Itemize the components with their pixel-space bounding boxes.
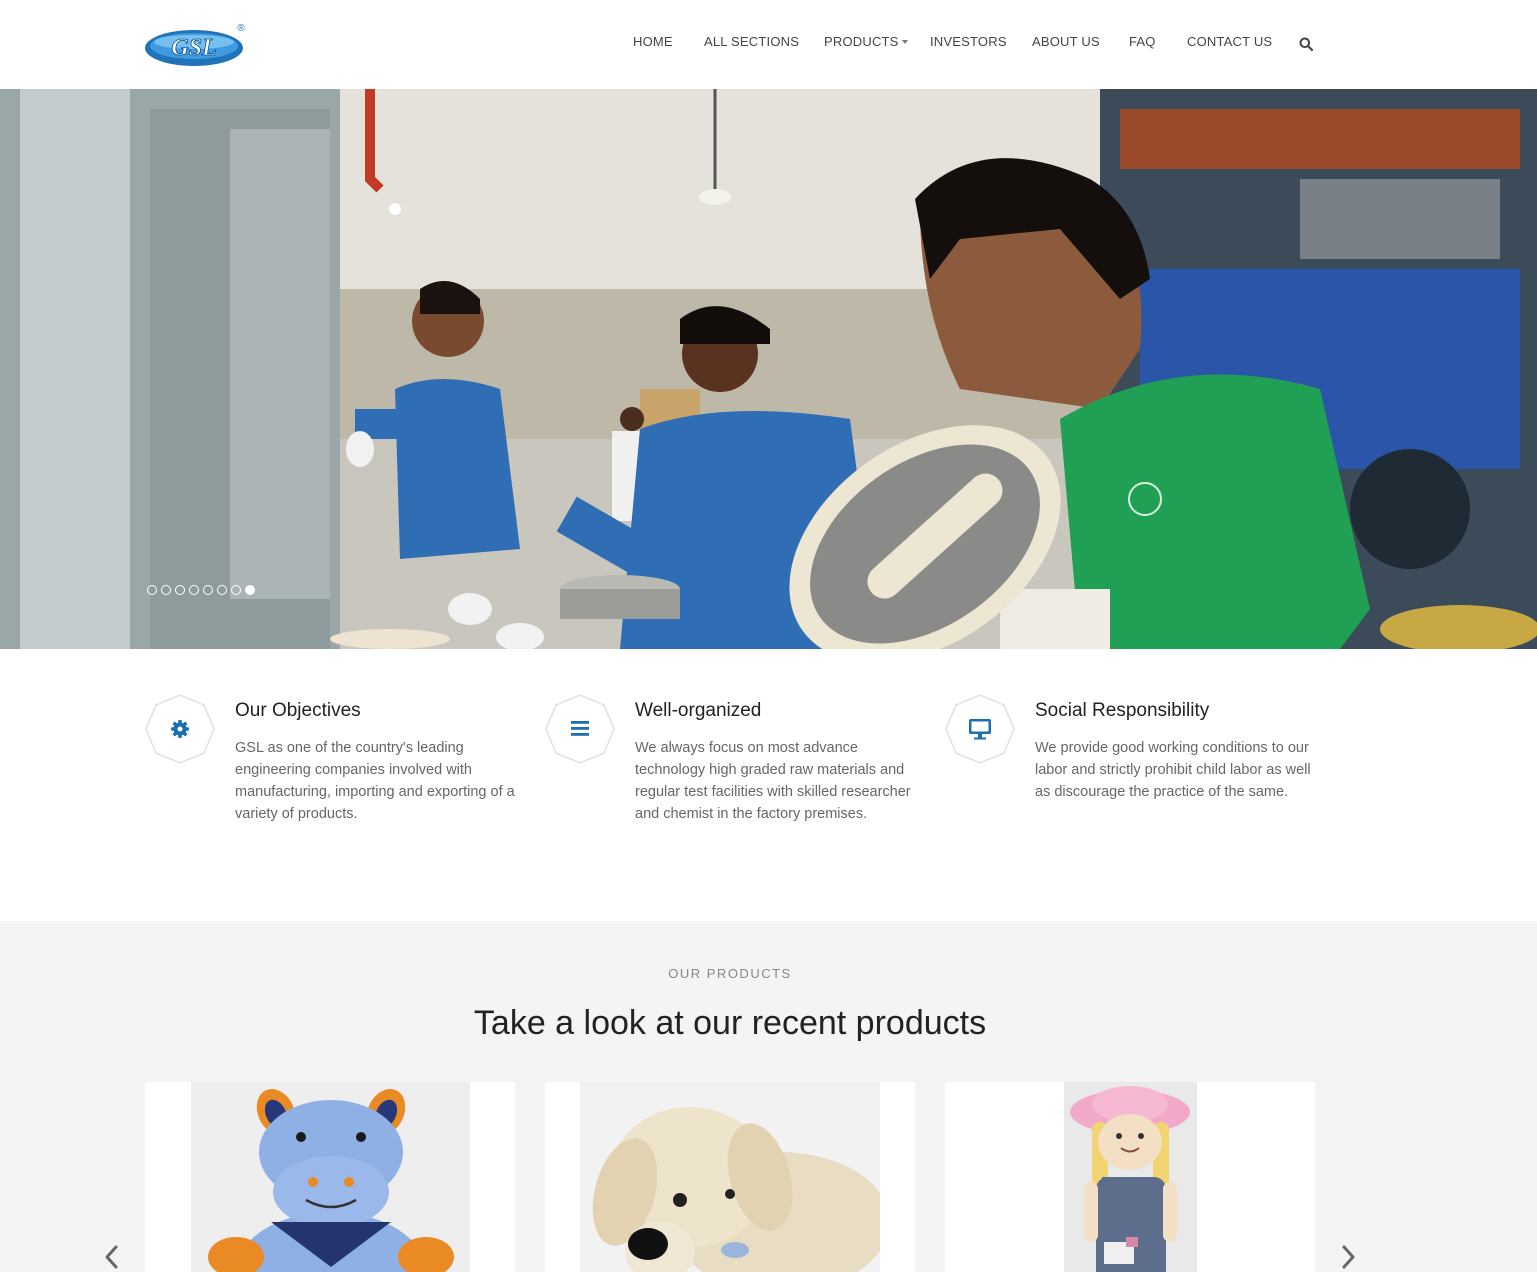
product-card-hippo[interactable] [145, 1082, 515, 1272]
logo-text: GSL [171, 35, 216, 61]
hero-factory-image [0, 89, 1537, 649]
slider-dot[interactable] [147, 585, 157, 595]
slider-dots [147, 585, 255, 595]
monitor-icon [945, 694, 1015, 764]
gear-icon [145, 694, 215, 764]
nav-about-us[interactable]: ABOUT US [1032, 34, 1100, 49]
slider-dot[interactable] [161, 585, 171, 595]
feature-title: Well-organized [635, 700, 762, 721]
product-image-doll [1064, 1082, 1197, 1272]
slider-dot[interactable] [203, 585, 213, 595]
feature-text: GSL as one of the country's leading engi… [235, 740, 515, 822]
slider-dot[interactable] [175, 585, 185, 595]
nav-faq[interactable]: FAQ [1129, 34, 1156, 49]
nav-home[interactable]: HOME [633, 34, 673, 49]
slider-dot[interactable] [217, 585, 227, 595]
chevron-left-icon[interactable] [101, 1244, 121, 1270]
hero-slider [0, 89, 1537, 649]
nav-contact-us[interactable]: CONTACT US [1187, 34, 1272, 49]
product-image-dog [580, 1082, 880, 1272]
slider-dot[interactable] [231, 585, 241, 595]
products-section: OUR PRODUCTS Take a look at our recent p… [0, 921, 1537, 1272]
nav-products[interactable]: PRODUCTS [824, 34, 908, 49]
gsl-logo[interactable]: GSL ® [145, 22, 247, 68]
feature-text: We always focus on most advance technolo… [635, 740, 911, 822]
search-icon[interactable] [1299, 37, 1313, 51]
slider-dot[interactable] [245, 585, 255, 595]
section-eyebrow: OUR PRODUCTS [668, 966, 792, 981]
registered-mark: ® [237, 23, 245, 34]
nav-investors[interactable]: INVESTORS [930, 34, 1007, 49]
feature-title: Social Responsibility [1035, 700, 1210, 721]
section-heading: Take a look at our recent products [473, 1004, 987, 1042]
chevron-right-icon[interactable] [1339, 1244, 1359, 1270]
site-header: GSL ® HOME ALL SECTIONS PRODUCTS INVESTO… [0, 0, 1537, 89]
product-card-doll[interactable] [945, 1082, 1315, 1272]
slider-dot[interactable] [189, 585, 199, 595]
nav-all-sections[interactable]: ALL SECTIONS [704, 34, 799, 49]
feature-title: Our Objectives [235, 700, 361, 721]
feature-text: We provide good working conditions to ou… [1035, 740, 1311, 800]
caret-down-icon [901, 40, 908, 44]
nav-products-label: PRODUCTS [824, 34, 899, 49]
product-image-hippo [191, 1082, 470, 1272]
list-icon [545, 694, 615, 764]
product-card-dog[interactable] [545, 1082, 915, 1272]
